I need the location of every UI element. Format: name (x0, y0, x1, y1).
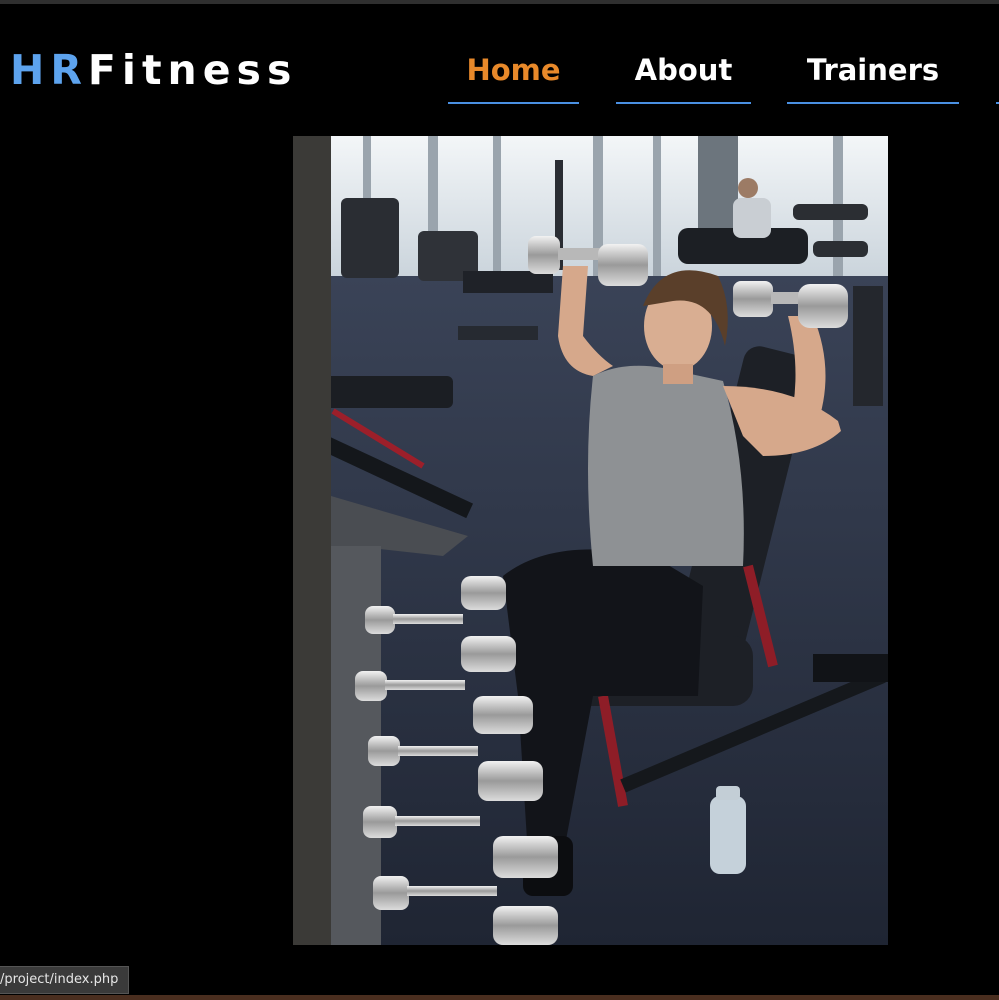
nav-trainers-link[interactable]: Trainers (787, 48, 959, 104)
hero-gym-photo (293, 136, 888, 945)
brand-logo[interactable]: HRFitness (10, 46, 297, 94)
nav-home-link[interactable]: Home (448, 48, 579, 104)
hero-image (293, 136, 888, 945)
browser-status-bar-url: /project/index.php (0, 966, 130, 994)
window-bottom-border (0, 995, 999, 1000)
brand-logo-fitness: Fitness (87, 46, 298, 94)
nav-about-link[interactable]: About (616, 48, 751, 104)
brand-logo-hr: HR (10, 46, 88, 94)
window-top-border (0, 0, 999, 4)
